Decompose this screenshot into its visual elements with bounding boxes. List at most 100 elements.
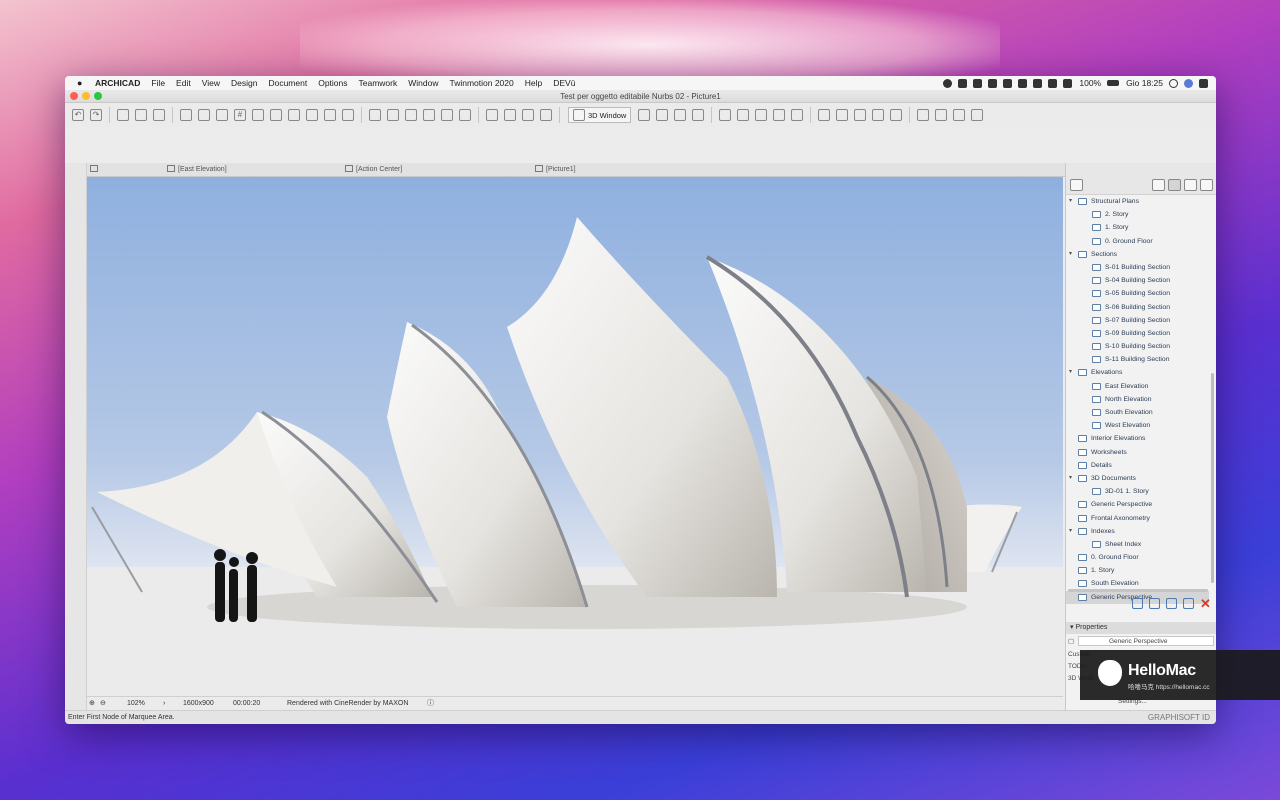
elevate-icon[interactable] [423, 109, 435, 121]
zoom-in-icon[interactable]: ⊕ [89, 697, 95, 711]
zoom-level[interactable]: 102% [127, 697, 145, 711]
zoom-out-icon[interactable]: ⊖ [100, 697, 106, 711]
tree-item[interactable]: S-11 Building Section [1066, 353, 1209, 366]
tree-item[interactable]: Interior Elevations [1066, 432, 1209, 445]
expand-chevron-icon[interactable]: ▾ [1069, 366, 1075, 379]
tree-item[interactable]: S-07 Building Section [1066, 314, 1209, 327]
tree-item[interactable]: S-09 Building Section [1066, 327, 1209, 340]
rotate-icon[interactable] [387, 109, 399, 121]
tree-item[interactable]: 2. Story [1066, 208, 1209, 221]
menu-view[interactable]: View [202, 78, 220, 88]
navigation-icon[interactable] [674, 109, 687, 121]
measure-icon[interactable] [342, 109, 354, 121]
tab-overview-icon[interactable] [90, 163, 101, 177]
tree-item[interactable]: Generic Perspective [1066, 498, 1209, 511]
menu-design[interactable]: Design [231, 78, 257, 88]
wireframe-icon[interactable] [638, 109, 651, 121]
grid-snap-icon[interactable]: # [234, 109, 246, 121]
tree-item[interactable]: ▾ Elevations [1066, 366, 1209, 379]
tree-item[interactable]: South Elevation [1066, 406, 1209, 419]
control-center-icon[interactable] [1199, 78, 1208, 88]
zoom-window-button[interactable] [94, 92, 102, 100]
menu-edit[interactable]: Edit [176, 78, 191, 88]
view-name-field[interactable]: Generic Perspective [1078, 636, 1214, 646]
battery-icon[interactable] [1107, 80, 1120, 86]
tab-action-center[interactable]: [Action Center] [345, 163, 402, 177]
bimx-icon[interactable] [935, 109, 948, 121]
tab-picture1[interactable]: [Picture1] [535, 163, 576, 177]
menu-help[interactable]: Help [525, 78, 542, 88]
siri-icon[interactable] [1184, 78, 1193, 88]
sun-icon[interactable] [872, 109, 885, 121]
tree-item[interactable]: Details [1066, 459, 1209, 472]
material-icon[interactable] [540, 109, 552, 121]
record-icon[interactable] [943, 78, 953, 88]
menu-file[interactable]: File [151, 78, 165, 88]
tree-item[interactable]: S-10 Building Section [1066, 340, 1209, 353]
tree-item[interactable]: East Elevation [1066, 380, 1209, 393]
menu-devu[interactable]: DEVū [553, 78, 575, 88]
tree-item[interactable]: Sheet Index [1066, 538, 1209, 551]
ungroup-icon[interactable] [486, 109, 498, 121]
properties-header[interactable]: ▾ Properties [1066, 622, 1216, 634]
tree-item[interactable]: North Elevation [1066, 393, 1209, 406]
filter-icon[interactable] [818, 109, 831, 121]
close-window-button[interactable] [70, 92, 78, 100]
eye-icon[interactable] [988, 78, 998, 88]
expand-chevron-icon[interactable]: ▾ [1069, 472, 1075, 485]
settings-icon[interactable] [971, 109, 984, 121]
menubar-clock[interactable]: Gio 18:25 [1126, 78, 1163, 88]
camera-icon[interactable] [917, 109, 930, 121]
tree-item[interactable]: ▾ Structural Plans [1066, 195, 1209, 208]
multiply-icon[interactable] [459, 109, 471, 121]
render-viewport[interactable] [87, 177, 1063, 696]
settings-view-icon[interactable] [1183, 598, 1194, 609]
mirror-icon[interactable] [405, 109, 417, 121]
move-icon[interactable] [369, 109, 381, 121]
cloud-render-icon[interactable] [890, 109, 903, 121]
pointer-tool-icon[interactable] [117, 109, 129, 121]
fit-view-icon[interactable] [755, 109, 768, 121]
minimize-window-button[interactable] [82, 92, 90, 100]
spotlight-search-icon[interactable] [1169, 78, 1178, 88]
tree-item[interactable]: Frontal Axonometry [1066, 512, 1209, 525]
3d-window-button[interactable]: 3D Window [568, 107, 632, 123]
inject-icon[interactable] [153, 109, 165, 121]
menu-options[interactable]: Options [318, 78, 347, 88]
menu-app-name[interactable]: ARCHICAD [95, 78, 140, 88]
drag-icon[interactable] [441, 109, 453, 121]
tab-east-elevation[interactable]: [East Elevation] [167, 163, 227, 177]
navigator-horizontal-scrollbar[interactable] [1068, 589, 1208, 592]
cloud-icon[interactable] [958, 78, 968, 88]
navigator-scrollbar[interactable] [1211, 373, 1214, 583]
tree-item[interactable]: 3D-01 1. Story [1066, 485, 1209, 498]
cursor-snap-icon[interactable] [216, 109, 228, 121]
chevron-right-icon[interactable]: › [163, 697, 165, 711]
tree-item[interactable]: West Elevation [1066, 419, 1209, 432]
layout-book-icon[interactable] [1184, 179, 1197, 191]
redo-icon[interactable]: ↷ [90, 109, 102, 121]
cutaway-icon[interactable] [737, 109, 750, 121]
navigator-menu-icon[interactable] [1070, 179, 1083, 191]
fan-icon[interactable] [1003, 78, 1013, 88]
render-icon[interactable] [522, 109, 534, 121]
menu-teamwork[interactable]: Teamwork [359, 78, 398, 88]
tree-item[interactable]: S-01 Building Section [1066, 261, 1209, 274]
apple-menu-icon[interactable]: ● [77, 78, 87, 88]
suspend-groups-icon[interactable] [252, 109, 264, 121]
graphisoft-id[interactable]: GRAPHISOFT ID [1148, 711, 1210, 724]
tree-item[interactable]: 0. Ground Floor [1066, 235, 1209, 248]
tree-item[interactable]: Worksheets [1066, 446, 1209, 459]
expand-chevron-icon[interactable]: ▾ [1069, 248, 1075, 261]
menu-window[interactable]: Window [408, 78, 438, 88]
group-icon[interactable] [504, 109, 516, 121]
3d-style-icon[interactable] [836, 109, 849, 121]
save-view-icon[interactable] [1149, 598, 1160, 609]
section-plane-icon[interactable] [719, 109, 732, 121]
view-map-icon[interactable] [1168, 179, 1181, 191]
expand-chevron-icon[interactable]: ▾ [1069, 195, 1075, 208]
tree-item[interactable]: S-05 Building Section [1066, 287, 1209, 300]
guide-lines-icon[interactable] [180, 109, 192, 121]
publisher-icon[interactable] [1200, 179, 1213, 191]
pick-up-icon[interactable] [135, 109, 147, 121]
